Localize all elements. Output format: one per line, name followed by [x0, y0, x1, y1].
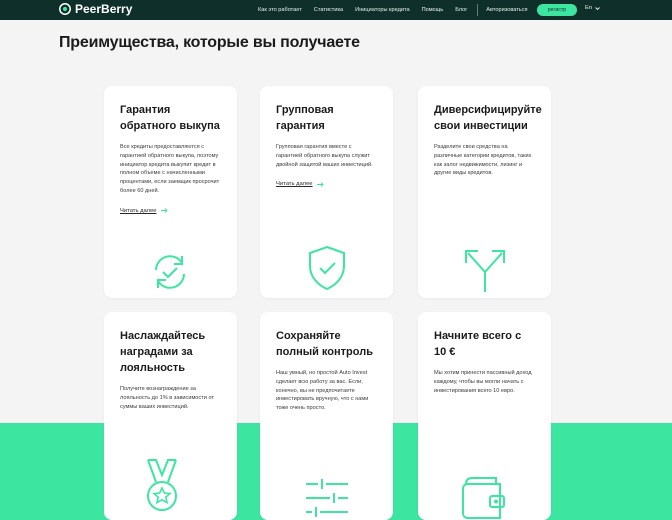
read-more-label: Читать далее [276, 181, 313, 188]
feature-card-buyback-guarantee: Гарантия обратного выкупа Все кредиты пр… [104, 86, 237, 298]
card-text: Все кредиты предоставляются с гарантией … [120, 144, 220, 194]
page-title: Преимущества, которые вы получаете [59, 34, 360, 51]
feature-card-control: Сохраняйте полный контроль Наш умный, но… [260, 312, 393, 520]
feature-card-start-small: Начните всего с 10 € Мы хотим принести п… [418, 312, 551, 520]
feature-card-loyalty: Наслаждайтесь наградами за лояльность По… [104, 312, 237, 520]
read-more-link[interactable]: Читать далее [276, 181, 377, 187]
wallet-icon [462, 477, 505, 519]
peerberry-logo-icon [59, 3, 71, 15]
refresh-check-icon [155, 255, 185, 289]
card-title: Групповая гарантия [276, 104, 334, 132]
read-more-label: Читать далее [120, 207, 157, 214]
main-nav: Как это работает Статистика Инициаторы к… [258, 0, 540, 20]
card-text: Наш умный, но простой Auto Invest сделае… [276, 370, 369, 412]
split-arrows-icon [465, 250, 505, 292]
card-title: Гарантия обратного выкупа [120, 104, 220, 132]
card-title: Сохраняйте полный контроль [276, 330, 373, 358]
card-title: Начните всего с 10 € [434, 330, 522, 358]
nav-divider [477, 4, 479, 16]
peerberry-logo[interactable]: PeerBerry [59, 2, 132, 16]
card-text: Получите вознаграждение за лояльность до… [120, 386, 215, 410]
chevron-down-icon [595, 6, 600, 10]
language-label: En [585, 5, 593, 11]
arrow-right-icon [160, 208, 168, 214]
logo-text: PeerBerry [75, 2, 133, 16]
card-title: Диверсифицируйте свои инвестиции [434, 104, 542, 132]
card-title: Наслаждайтесь наградами за лояльность [120, 330, 206, 374]
shield-check-icon [309, 245, 345, 291]
nav-item-loan-originators[interactable]: Инициаторы кредита [355, 7, 409, 13]
feature-card-group-guarantee: Групповая гарантия Групповая гарантия вм… [260, 86, 393, 298]
card-text: Разделите свои средства на различные кат… [434, 144, 532, 177]
card-text: Групповая гарантия вместе с гарантией об… [276, 144, 373, 168]
feature-card-diversify: Диверсифицируйте свои инвестиции Раздели… [418, 86, 551, 298]
top-navigation-bar: PeerBerry Как это работает Статистика Ин… [0, 0, 672, 20]
card-text: Мы хотим принести пассивный доход каждом… [434, 370, 532, 394]
login-link[interactable]: Авторизоваться [486, 7, 527, 13]
language-selector[interactable]: En [585, 5, 600, 11]
read-more-link[interactable]: Читать далее [120, 208, 221, 214]
arrow-right-icon [316, 182, 324, 187]
nav-item-how-it-works[interactable]: Как это работает [258, 7, 302, 13]
medal-icon [147, 459, 177, 511]
nav-item-statistics[interactable]: Статистика [314, 7, 343, 13]
register-button[interactable]: регистр [537, 4, 577, 16]
nav-item-blog[interactable]: Блог [455, 7, 467, 13]
sliders-icon [306, 479, 348, 517]
nav-item-help[interactable]: Помощь [422, 7, 444, 13]
